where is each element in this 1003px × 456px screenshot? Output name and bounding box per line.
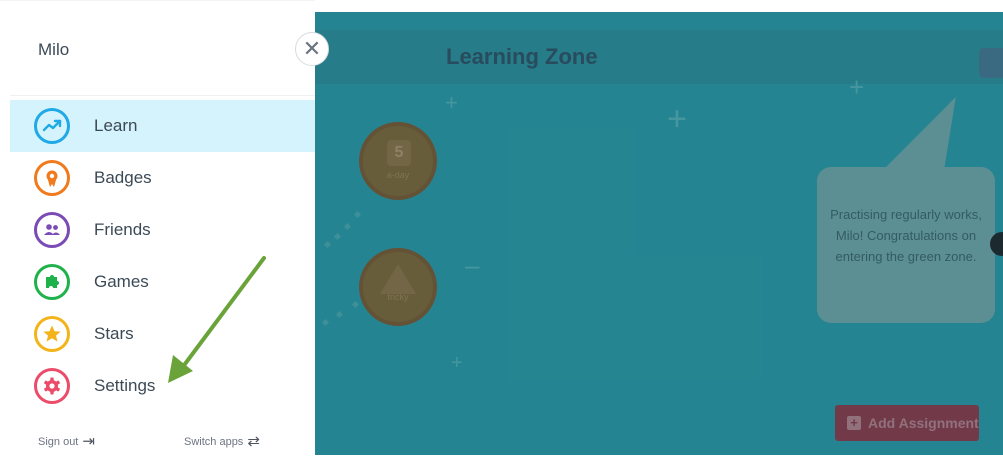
user-name: Milo xyxy=(38,40,70,59)
menu-item-label: Friends xyxy=(94,220,151,239)
modal-overlay[interactable] xyxy=(315,12,1003,455)
menu-item-label: Games xyxy=(94,272,149,291)
switch-apps-link[interactable]: Switch apps ⇄ xyxy=(184,432,260,450)
switch-apps-label: Switch apps xyxy=(184,436,244,448)
menu-item-label: Settings xyxy=(94,376,156,395)
sign-out-icon: ⇥ xyxy=(82,433,95,450)
menu-item-label: Learn xyxy=(94,116,138,135)
menu-item-learn[interactable]: Learn xyxy=(10,100,315,152)
ribbon-icon xyxy=(34,160,70,196)
sign-out-label: Sign out xyxy=(38,436,79,448)
people-icon xyxy=(34,212,70,248)
gear-icon xyxy=(34,368,70,404)
star-icon xyxy=(34,316,70,352)
annotation-arrow xyxy=(168,256,266,383)
menu-item-friends[interactable]: Friends xyxy=(10,204,315,256)
sign-out-link[interactable]: Sign out ⇥ xyxy=(38,432,95,450)
switch-apps-icon: ⇄ xyxy=(247,433,260,450)
menu-item-label: Stars xyxy=(94,324,134,343)
puzzle-icon xyxy=(34,264,70,300)
menu-item-badges[interactable]: Badges xyxy=(10,152,315,204)
divider xyxy=(10,95,315,96)
menu-item-label: Badges xyxy=(94,168,152,187)
trend-up-icon xyxy=(34,108,70,144)
close-drawer-button[interactable]: ✕ xyxy=(295,32,329,66)
